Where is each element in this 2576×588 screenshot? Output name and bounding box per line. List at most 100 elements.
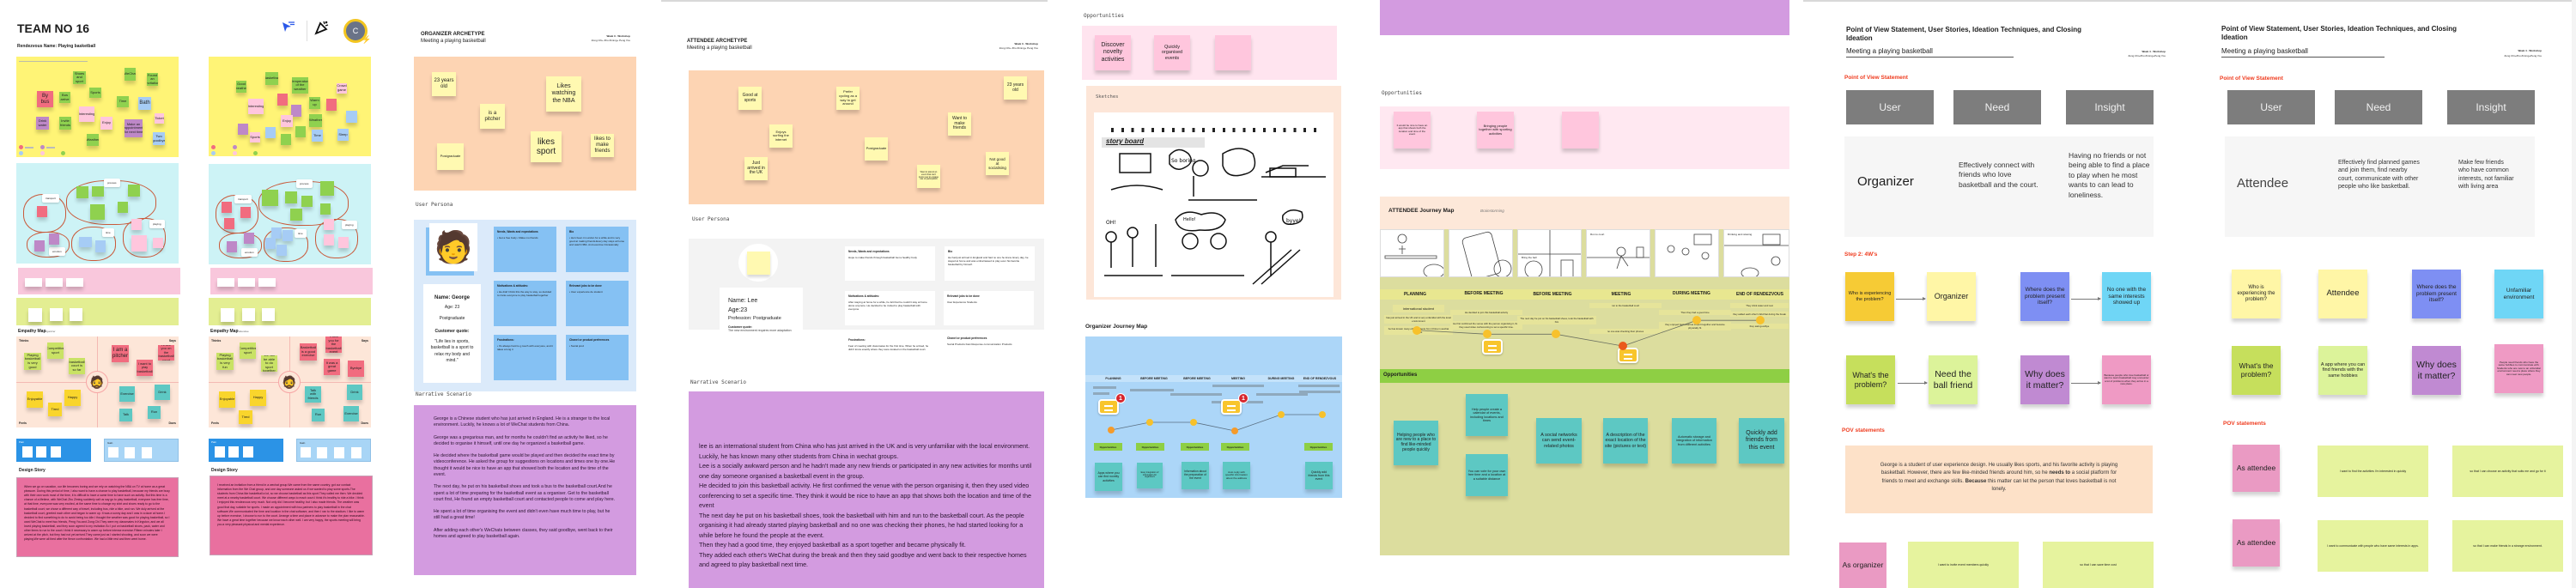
sketches-board[interactable]: Sketches story board So boring OH! Hello… xyxy=(1086,86,1341,300)
sticky-note[interactable]: Postgraduate xyxy=(865,137,888,161)
organizer-journey-map[interactable]: PLANNING BEFORE MEETING BEFORE MEETING M… xyxy=(1085,336,1342,498)
sticky-note[interactable] xyxy=(222,202,232,213)
sticky-note[interactable] xyxy=(131,219,142,230)
sticky-note[interactable]: Weather xyxy=(309,114,322,127)
brainstorm-board-left[interactable]: Shoes and sport WeChat Found an invitati… xyxy=(16,57,179,157)
learning-board-right[interactable] xyxy=(209,298,371,325)
note-card[interactable] xyxy=(258,278,276,287)
quote-card[interactable] xyxy=(50,308,63,321)
affinity-board-right[interactable]: transport process playing emotion time xyxy=(209,164,371,264)
sticky-note[interactable] xyxy=(227,241,237,252)
sticky-note[interactable] xyxy=(118,202,128,213)
sticky-note[interactable]: likes to make friends xyxy=(591,134,614,157)
sticky-note[interactable]: Run xyxy=(312,409,325,421)
persona-motivations-card[interactable]: Motivations & attitudes: After staying at… xyxy=(845,291,935,325)
brainstorm-board-right[interactable]: Good weather Basketball Temperature of t… xyxy=(209,57,371,156)
sticky-note[interactable] xyxy=(131,235,147,252)
sticky-note[interactable]: Unfamiliar environment xyxy=(2494,270,2543,318)
sticky-note[interactable] xyxy=(283,230,293,241)
gain-card[interactable] xyxy=(142,447,152,458)
persona-board[interactable]: 🧑 Name: George Age: 23 Postgraduate Cust… xyxy=(414,220,636,391)
quote-card[interactable] xyxy=(28,308,42,322)
cursor-select-icon[interactable] xyxy=(282,21,295,33)
sticky-note[interactable]: As attendee xyxy=(2233,519,2280,567)
persona-preferences-card[interactable]: Chanel or product preferences • Social pr… xyxy=(566,335,629,380)
persona-frustrations-card[interactable]: Frustrations: • It's always hard to g tou… xyxy=(494,335,556,380)
attendee-journey-map[interactable]: Bring the ball Run to court Drinking and… xyxy=(1380,229,1789,555)
sticky-note[interactable]: Basketball xyxy=(265,72,278,85)
sticky-note[interactable]: Enjoyable xyxy=(27,391,43,408)
persona-jobs-card[interactable]: Relevant jobs to be done User Experience … xyxy=(944,291,1034,325)
pain-card[interactable] xyxy=(228,446,239,458)
sticky-note[interactable] xyxy=(320,203,331,215)
sticky-note[interactable]: Thank you for the basketball event xyxy=(325,336,342,353)
quote-card[interactable] xyxy=(70,308,82,321)
sticky-note[interactable]: What's the problem? xyxy=(1846,355,1895,404)
sticky-note[interactable]: Talk with friends xyxy=(305,386,321,403)
user-story-want[interactable]: I want to invite event members quickly xyxy=(1908,542,2019,588)
pov-statement-box[interactable]: George is a student of user experience d… xyxy=(1845,446,2153,513)
sticky-note[interactable]: Quickly add friends from this event xyxy=(1739,418,1784,464)
sticky-note[interactable]: Sports xyxy=(250,132,260,142)
gain-board-right[interactable]: Gain xyxy=(296,439,371,462)
sticky-note[interactable]: Make an appointment for next time xyxy=(125,119,143,137)
sticky-note[interactable]: Ticket xyxy=(155,113,164,124)
sticky-note[interactable]: Attendee xyxy=(2318,270,2367,318)
sticky-note[interactable]: Tired xyxy=(239,410,252,424)
sticky-note[interactable] xyxy=(324,219,334,230)
sticky-note[interactable]: Because people who love basketball or wa… xyxy=(2102,355,2151,404)
sticky-note[interactable]: Talk xyxy=(119,409,132,421)
user-story-so-that[interactable]: so that I can make friends in a strange … xyxy=(2452,520,2563,572)
gain-card[interactable] xyxy=(334,447,344,458)
sticky-note[interactable]: Playing basketball is very fun xyxy=(216,353,234,370)
sticky-note[interactable]: Prefer cycling as a way to get around xyxy=(836,87,860,110)
sticky-note[interactable]: Organizer xyxy=(1927,272,1976,321)
narrative-scenario[interactable]: lee is an international student from Chi… xyxy=(689,391,1044,588)
sticky-note[interactable]: Quickly add friends from this event xyxy=(1305,462,1333,489)
persona-bio-card[interactable]: Bio He had just arrived in England and ha… xyxy=(945,246,1035,281)
sticky-note[interactable]: WeChat xyxy=(125,68,136,81)
sticky-note[interactable]: I am a pitcher xyxy=(112,345,129,362)
design-story-right[interactable]: I received an invitation from a friend i… xyxy=(210,476,373,555)
sticky-note[interactable]: It was a great game xyxy=(324,359,340,375)
gain-card[interactable] xyxy=(317,447,327,458)
sticky-note[interactable]: Where does the problem present itself? xyxy=(2412,270,2461,318)
sticky-note[interactable] xyxy=(320,181,334,196)
pain-board-left[interactable]: Pain xyxy=(16,439,91,462)
user-story-want[interactable]: I want to find the activities I'm intere… xyxy=(2318,446,2428,497)
sticky-note[interactable] xyxy=(265,127,276,138)
pain-card[interactable] xyxy=(243,446,253,458)
sticky-note[interactable]: Just arrived in the UK xyxy=(744,157,768,180)
sticky-note[interactable]: We will be able to do sport together xyxy=(261,355,277,372)
sticky-note[interactable]: Easy integration of information for orga… xyxy=(1137,463,1163,488)
sticky-note[interactable]: 23 years old xyxy=(432,72,456,96)
quote-card[interactable] xyxy=(221,308,234,322)
sticky-note[interactable]: Basketball is a good exercise xyxy=(300,343,317,361)
sticky-note[interactable]: Happy xyxy=(250,390,266,406)
sticky-note[interactable]: Information about the preparation of the… xyxy=(1182,462,1209,489)
sticky-note[interactable] xyxy=(244,233,254,244)
sticky-note[interactable]: Helping people who are new to a place to… xyxy=(1394,421,1438,465)
sticky-note[interactable]: As attendee xyxy=(2233,445,2280,492)
gain-board-left[interactable]: Gain xyxy=(104,439,179,462)
sticky-note[interactable] xyxy=(295,126,306,137)
note-card[interactable] xyxy=(46,278,63,287)
sticky-note[interactable]: People need friends who have the same ho… xyxy=(2494,344,2543,393)
sticky-note[interactable] xyxy=(37,206,47,217)
sticky-note[interactable] xyxy=(92,186,104,197)
sticky-note[interactable] xyxy=(285,191,297,203)
sticky-note[interactable] xyxy=(153,238,163,248)
sticky-note[interactable]: Temperature of the weather xyxy=(292,77,308,94)
sticky-note[interactable] xyxy=(324,234,334,246)
sticky-note[interactable]: Competitive sport xyxy=(240,342,256,359)
pain-card[interactable] xyxy=(36,446,46,458)
sticky-note[interactable] xyxy=(265,238,276,249)
sticky-note[interactable]: Tired xyxy=(48,403,62,416)
storyboard-image[interactable]: story board So boring OH! Hello! byye! xyxy=(1094,112,1334,297)
sticky-note[interactable]: A app where you can find friends with th… xyxy=(2318,346,2367,395)
sticky-note[interactable]: Enjoys surfing the internet xyxy=(769,124,793,148)
sticky-note[interactable] xyxy=(346,111,357,123)
sticky-note[interactable]: Auto reply with specific information abo… xyxy=(1223,462,1250,489)
sticky-note[interactable]: Competitive sport xyxy=(47,342,64,359)
persona-preferences-card[interactable]: Chanel or product preferences Social Prod… xyxy=(944,333,1034,367)
